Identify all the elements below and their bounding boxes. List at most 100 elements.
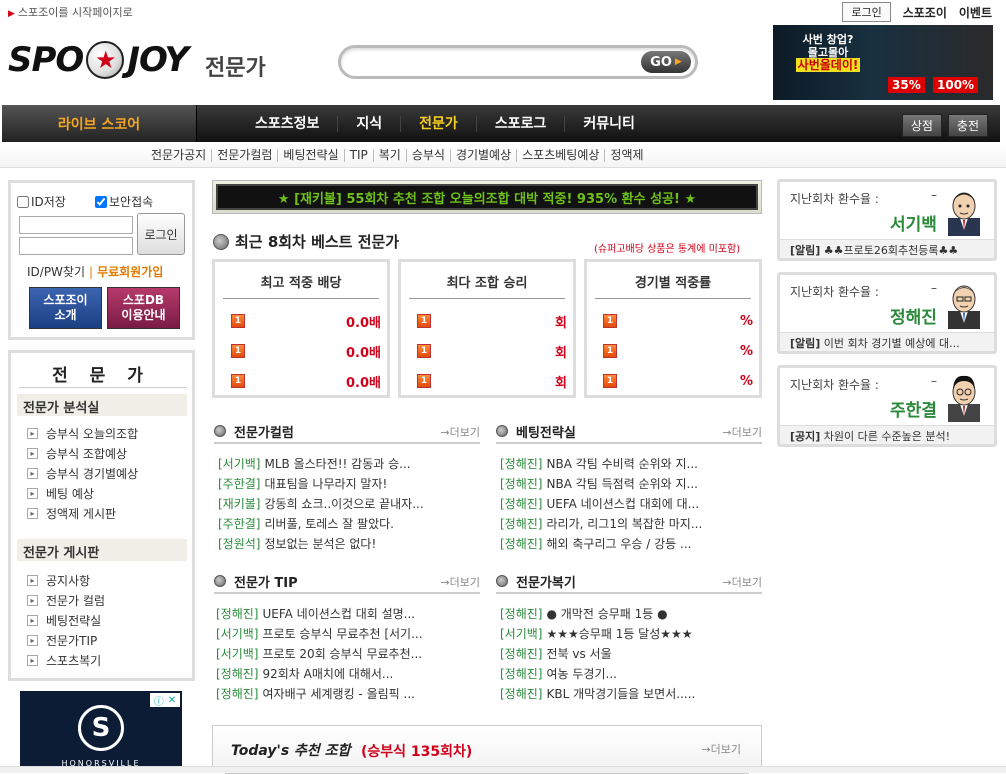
note-tag: [알림] — [790, 337, 821, 350]
search-input[interactable] — [355, 53, 635, 71]
more-link[interactable]: →더보기 — [440, 424, 480, 440]
more-link[interactable]: →더보기 — [440, 574, 480, 590]
nav-live-score[interactable]: 라이브 스코어 — [2, 105, 197, 142]
note-text: ♣♣프로토26회추천등록♣♣ — [823, 244, 959, 257]
subnav-item[interactable]: 승부식 — [407, 149, 451, 162]
subnav-item[interactable]: 베팅전략실 — [278, 149, 345, 162]
list-item[interactable]: [정해진] NBA 각팀 수비력 순위와 지... — [500, 453, 762, 473]
stat-row[interactable]: 1% — [603, 342, 753, 360]
spojoy-link[interactable]: 스포조이 — [903, 4, 947, 21]
list-item[interactable]: [정해진] 전북 vs 서울 — [500, 643, 762, 663]
list-item[interactable]: [정원석] 정보없는 분석은 없다! — [218, 533, 480, 553]
nav-buttons: 상점 충전 — [901, 114, 988, 137]
return-rate-value: – — [931, 374, 937, 388]
menu-item[interactable]: 전문가 컬럼 — [27, 590, 105, 610]
search-go-button[interactable]: GO ▶ — [641, 51, 691, 73]
review-section-head: 전문가복기 →더보기 — [496, 570, 762, 594]
list-item[interactable]: [서기백] MLB 올스타전!! 감동과 승... — [218, 453, 480, 473]
shop-button[interactable]: 상점 — [901, 114, 942, 137]
subnav-item[interactable]: TIP — [345, 149, 374, 162]
subnav-item[interactable]: 경기별예상 — [451, 149, 518, 162]
expert-card[interactable]: 지난회차 환수율 : – 서기백 [알림] ♣♣프로토26회추천등록♣♣ — [777, 179, 997, 261]
list-item[interactable]: [정해진] 해외 축구리그 우승 / 강등 ... — [500, 533, 762, 553]
stat-row[interactable]: 1회 — [417, 312, 567, 331]
list-item[interactable]: [정해진] KBL 개막경기들을 보면서..... — [500, 683, 762, 703]
list-item[interactable]: [서기백] ★★★승무패 1등 달성★★★ — [500, 623, 762, 643]
list-item[interactable]: [정해진] 여자배구 세계랭킹 - 올림픽 ... — [216, 683, 480, 703]
author: [정해진] — [500, 686, 543, 701]
more-link[interactable]: →더보기 — [701, 741, 741, 757]
subnav-item[interactable]: 스포츠베팅예상 — [517, 149, 606, 162]
set-homepage-link[interactable]: ▶ 스포조이를 시작페이지로 — [8, 4, 133, 20]
subnav-item[interactable]: 정액제 — [605, 149, 648, 162]
list-item[interactable]: [서기백] 프로토 20회 승부식 무료추천... — [216, 643, 480, 663]
more-link[interactable]: →더보기 — [722, 574, 762, 590]
list-item[interactable]: [정해진] ● 개막전 승무패 1등 ● — [500, 603, 762, 623]
stat-row[interactable]: 1% — [603, 372, 753, 390]
nav-item-sports-info[interactable]: 스포츠정보 — [237, 115, 339, 132]
top-login-button[interactable]: 로그인 — [842, 2, 891, 22]
expert-note[interactable]: [공지] 차원이 다른 수준높은 분석! — [780, 425, 994, 444]
ad-info-icon[interactable]: ⓘ ✕ — [150, 693, 180, 708]
join-link[interactable]: 무료회원가입 — [97, 265, 163, 279]
notice-ticker[interactable]: ★ [재키볼] 55회차 추천 조합 오늘의조합 대박 적중! 935% 환수 … — [212, 180, 762, 214]
stat-row[interactable]: 1% — [603, 312, 753, 330]
menu-section-analysis: 전문가 분석실 — [17, 394, 187, 416]
stat-row[interactable]: 1 0.0배 — [231, 372, 381, 391]
expert-note[interactable]: [알림] 이번 회차 경기별 예상에 대... — [780, 332, 994, 351]
list-item[interactable]: [정해진] 92회차 A매치에 대해서... — [216, 663, 480, 683]
id-field[interactable] — [19, 216, 133, 234]
menu-item[interactable]: 베팅 예상 — [27, 483, 138, 503]
stat-row[interactable]: 1 0.0배 — [231, 312, 381, 331]
stat-head: 최고 적중 배당 — [223, 272, 379, 299]
list-item[interactable]: [정해진] NBA 각팀 득점력 순위와 지... — [500, 473, 762, 493]
find-id-pw-link[interactable]: ID/PW찾기 — [27, 265, 85, 279]
list-item[interactable]: [서기백] 프로토 승부식 무료추천 [서기... — [216, 623, 480, 643]
top-ad-banner[interactable]: 사번 창업? 몰고몰아 사번올데이! 35% 100% — [773, 25, 993, 100]
menu-item[interactable]: 공지사항 — [27, 570, 105, 590]
list-item[interactable]: [재키볼] 강동희 쇼크..이것으로 끝내자... — [218, 493, 480, 513]
save-id-checkbox[interactable]: ID저장 — [17, 193, 66, 210]
list-item[interactable]: [정해진] 라리가, 리그1의 복잡한 마지... — [500, 513, 762, 533]
menu-item[interactable]: 정액제 게시판 — [27, 503, 138, 523]
password-field[interactable] — [19, 237, 133, 255]
event-link[interactable]: 이벤트 — [959, 4, 992, 21]
secure-login-checkbox[interactable]: 보안접속 — [95, 193, 153, 210]
list-item[interactable]: [주한결] 리버풀, 토레스 잘 팔았다. — [218, 513, 480, 533]
menu-item[interactable]: 승부식 조합예상 — [27, 443, 138, 463]
menu-item[interactable]: 승부식 경기별예상 — [27, 463, 138, 483]
nav-item-knowledge[interactable]: 지식 — [338, 115, 402, 132]
site-logo[interactable]: SPO ★ JOY — [8, 40, 189, 80]
expert-card[interactable]: 지난회차 환수율 : – 정해진 [알림] 이번 회차 경기별 예상에 대... — [777, 272, 997, 354]
expert-card[interactable]: 지난회차 환수율 : – 주한결 [공지] 차원이 다른 수준높은 분석! — [777, 365, 997, 447]
subnav-item[interactable]: 전문가컬럼 — [212, 149, 279, 162]
menu-item[interactable]: 승부식 오늘의조합 — [27, 423, 138, 443]
spojoy-intro-button[interactable]: 스포조이 소개 — [29, 287, 102, 329]
stat-row[interactable]: 1회 — [417, 372, 567, 391]
list-item[interactable]: [정해진] 여농 두경기... — [500, 663, 762, 683]
list-item[interactable]: [정해진] UEFA 네이션스컵 대회 설명... — [216, 603, 480, 623]
charge-button[interactable]: 충전 — [947, 114, 988, 137]
nav-item-community[interactable]: 커뮤니티 — [565, 116, 653, 132]
left-ad-banner[interactable]: ⓘ ✕ S HONORSVILLE — [20, 691, 182, 773]
menu-item[interactable]: 스포츠복기 — [27, 650, 105, 670]
save-id-check[interactable] — [17, 195, 29, 208]
review-list: [정해진] ● 개막전 승무패 1등 ● [서기백] ★★★승무패 1등 달성★★★… — [500, 603, 762, 703]
list-item[interactable]: [정해진] UEFA 네이션스컵 대회에 대... — [500, 493, 762, 513]
horizontal-scrollbar[interactable] — [0, 766, 1006, 773]
secure-check[interactable] — [95, 195, 107, 208]
subnav-item[interactable]: 전문가공지 — [146, 149, 213, 162]
more-link[interactable]: →더보기 — [722, 424, 762, 440]
nav-item-expert[interactable]: 전문가 — [401, 115, 477, 132]
stat-row[interactable]: 1 0.0배 — [231, 342, 381, 361]
subnav-item[interactable]: 복기 — [374, 149, 407, 162]
rank-badge: 1 — [417, 374, 431, 388]
nav-item-spolog[interactable]: 스포로그 — [477, 115, 566, 132]
spodb-guide-button[interactable]: 스포DB 이용안내 — [107, 287, 180, 329]
expert-note[interactable]: [알림] ♣♣프로토26회추천등록♣♣ — [780, 239, 994, 258]
stat-row[interactable]: 1회 — [417, 342, 567, 361]
login-button[interactable]: 로그인 — [137, 213, 185, 255]
list-item[interactable]: [주한결] 대표팀을 나무라지 말자! — [218, 473, 480, 493]
menu-item[interactable]: 전문가TIP — [27, 630, 105, 650]
menu-item[interactable]: 베팅전략실 — [27, 610, 105, 630]
